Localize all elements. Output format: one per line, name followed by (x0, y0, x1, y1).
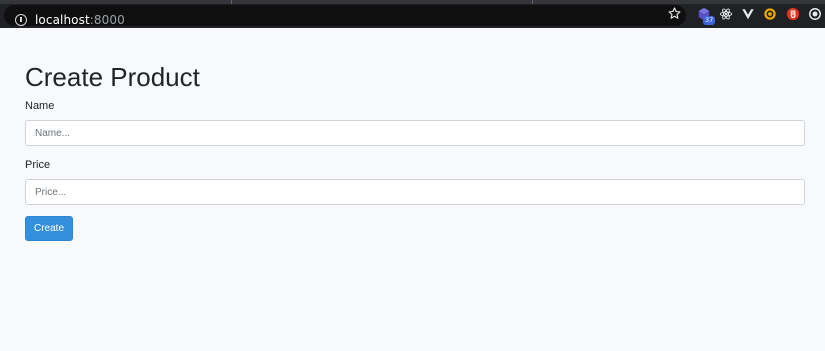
address-bar[interactable]: localhost:8000 (4, 5, 686, 28)
name-label: Name (25, 100, 55, 112)
browser-toolbar: localhost:8000 37 (0, 0, 825, 28)
create-button[interactable]: Create (25, 216, 73, 241)
tab-strip (0, 0, 825, 4)
info-icon[interactable] (15, 14, 27, 26)
price-label: Price (25, 159, 51, 171)
vue-devtools-icon[interactable] (741, 7, 755, 21)
circle-extension-icon[interactable] (763, 7, 777, 21)
tab-divider (532, 0, 533, 4)
red-shield-extension-icon[interactable] (786, 7, 800, 21)
react-devtools-icon[interactable] (719, 7, 733, 21)
url-host: localhost (35, 13, 90, 27)
name-input[interactable] (25, 120, 805, 146)
price-input[interactable] (25, 179, 805, 205)
tab-divider (231, 0, 232, 4)
record-extension-icon[interactable] (808, 7, 822, 21)
extension-badge: 37 (703, 16, 716, 25)
url-text[interactable]: localhost:8000 (35, 12, 125, 28)
page-title: Create Product (25, 62, 200, 92)
url-port: :8000 (89, 13, 125, 27)
star-icon[interactable] (667, 6, 682, 21)
